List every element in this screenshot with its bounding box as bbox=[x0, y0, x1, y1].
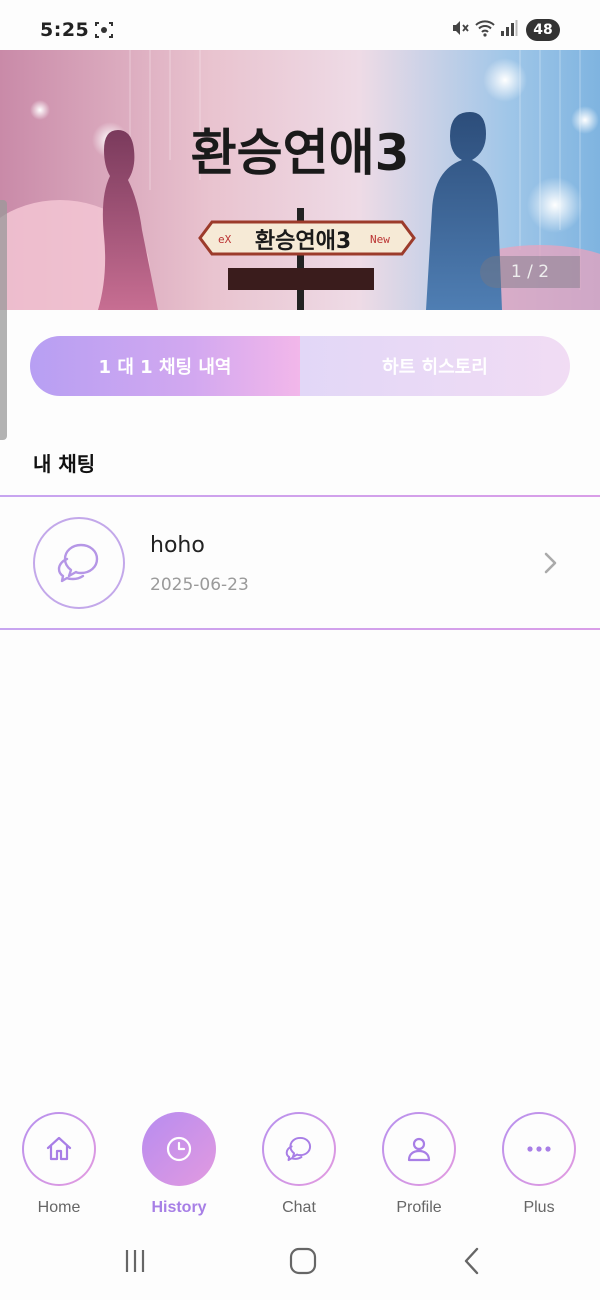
svg-text:환승연애3: 환승연애3 bbox=[191, 124, 410, 182]
home-icon bbox=[46, 1136, 72, 1161]
banner-page-counter: 1 / 2 bbox=[480, 256, 580, 288]
tab-one-on-one-chat-history[interactable]: 1 대 1 채팅 내역 bbox=[30, 336, 300, 396]
status-time: 5:25 bbox=[40, 19, 90, 41]
divider bbox=[0, 628, 600, 630]
back-icon bbox=[464, 1247, 479, 1275]
nav-plus-label: Plus bbox=[523, 1199, 555, 1216]
nav-plus-circle bbox=[502, 1112, 576, 1186]
chat-name: hoho bbox=[150, 533, 205, 558]
scroll-indicator bbox=[0, 200, 7, 440]
mute-icon bbox=[450, 18, 470, 42]
chat-date: 2025-06-23 bbox=[150, 575, 249, 595]
nav-history[interactable]: History bbox=[134, 1112, 224, 1222]
promo-banner[interactable]: 환승연애3 eX New 환승연애3 1 / 2 bbox=[0, 50, 600, 310]
chat-bubbles-icon bbox=[285, 1136, 312, 1162]
nav-home-circle bbox=[22, 1112, 96, 1186]
history-tab-group: 1 대 1 채팅 내역 하트 히스토리 bbox=[30, 336, 570, 396]
status-bar: 5:25 48 bbox=[0, 0, 600, 50]
chevron-right-icon bbox=[544, 552, 557, 574]
recent-apps-button[interactable] bbox=[115, 1241, 155, 1281]
more-dots-icon bbox=[527, 1146, 551, 1152]
recent-apps-icon bbox=[125, 1250, 145, 1272]
svg-text:New: New bbox=[370, 233, 390, 246]
clock-icon bbox=[166, 1136, 192, 1162]
nav-chat-label: Chat bbox=[282, 1199, 316, 1216]
home-system-button[interactable] bbox=[283, 1241, 323, 1281]
svg-text:환승연애3: 환승연애3 bbox=[255, 229, 351, 254]
nav-chat-circle bbox=[262, 1112, 336, 1186]
nav-plus[interactable]: Plus bbox=[494, 1112, 584, 1222]
nav-profile[interactable]: Profile bbox=[374, 1112, 464, 1222]
nav-chat[interactable]: Chat bbox=[254, 1112, 344, 1222]
nav-home-label: Home bbox=[37, 1199, 81, 1216]
back-button[interactable] bbox=[452, 1241, 492, 1281]
tab-heart-history[interactable]: 하트 히스토리 bbox=[300, 336, 570, 396]
nav-home[interactable]: Home bbox=[14, 1112, 104, 1222]
nav-profile-circle bbox=[382, 1112, 456, 1186]
section-title: 내 채팅 bbox=[33, 452, 96, 476]
status-icons: 48 bbox=[450, 17, 560, 43]
wifi-icon bbox=[474, 18, 496, 42]
battery-indicator: 48 bbox=[526, 19, 560, 41]
home-button-icon bbox=[289, 1247, 317, 1275]
chat-bubbles-icon bbox=[57, 543, 99, 583]
chat-list-item[interactable]: hoho 2025-06-23 bbox=[0, 497, 600, 628]
signal-icon bbox=[500, 18, 518, 42]
svg-text:eX: eX bbox=[218, 233, 232, 246]
nav-profile-label: Profile bbox=[396, 1199, 442, 1216]
nav-history-label: History bbox=[151, 1199, 207, 1216]
nav-history-circle bbox=[142, 1112, 216, 1186]
chat-avatar bbox=[33, 517, 125, 609]
bottom-navigation: Home History Chat Profile Plus bbox=[0, 1100, 600, 1220]
screenshot-icon bbox=[94, 20, 114, 40]
system-navigation-bar bbox=[0, 1225, 600, 1300]
person-icon bbox=[407, 1137, 431, 1162]
